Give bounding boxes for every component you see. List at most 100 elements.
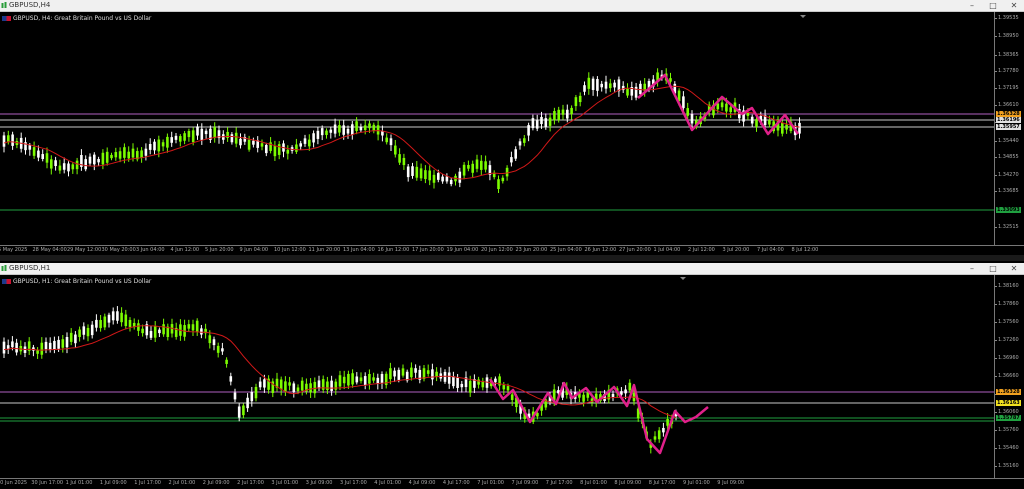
candle [609,83,612,89]
candle [174,135,178,140]
candle [406,166,410,178]
y-tick-label: 1.33685 [998,188,1019,194]
close-icon[interactable]: ✕ [1004,0,1024,11]
y-tick-label: 1.36660 [998,373,1019,379]
x-tick-label: 1 Jul 17:00 [134,480,161,486]
candle [338,375,342,387]
chart-window-h4[interactable]: GBPUSD,H4 – □ ✕ GBPUSD, H4: Great Britai… [0,0,1024,256]
candle [682,96,685,109]
candle [128,319,132,328]
candle [389,138,393,146]
candle [127,151,130,159]
window-titlebar[interactable]: GBPUSD,H1 – □ ✕ [0,263,1024,275]
candle [53,340,56,350]
candle [428,170,431,181]
candle [553,110,556,121]
candle [634,86,638,98]
candle [527,125,530,136]
candle [118,151,122,159]
candle [411,166,414,176]
y-tick-label: 1.38365 [998,52,1019,58]
candle [397,369,401,380]
candle [355,376,359,383]
candle [376,125,380,135]
y-tick [995,18,997,19]
candle [54,160,57,167]
price-axis[interactable]: 1.38160 1.37860 1.37560 1.37260 1.36960 1.366… [994,275,1024,478]
candle [260,143,264,147]
window-titlebar[interactable]: GBPUSD,H4 – □ ✕ [0,0,1024,12]
candle [200,328,203,335]
x-tick-label: 20 Jun 12:00 [481,247,513,253]
maximize-icon[interactable]: □ [983,263,1003,274]
candle [95,319,98,328]
candle [435,371,438,377]
candle [363,376,367,386]
candle [620,391,623,395]
candle [372,124,376,131]
candle [296,387,300,392]
candle [233,392,237,400]
x-tick-label: 9 Jul 01:00 [683,480,710,486]
candle [359,126,363,131]
y-tick-label: 1.37860 [998,301,1019,307]
candle [303,138,307,144]
candle [393,370,396,377]
x-tick-label: 4 Jun 12:00 [170,247,200,253]
candle [402,157,406,166]
close-icon[interactable]: ✕ [1004,263,1024,274]
time-axis[interactable]: 30 Jun 2025 30 Jun 17:00 1 Jul 01:00 1 Jul … [0,478,1024,489]
x-tick-label: 29 May 12:00 [67,247,102,253]
minimize-icon[interactable]: – [962,263,982,274]
candle [141,328,144,334]
candle [380,374,384,384]
price-axis[interactable]: 1.39535 1.38950 1.38365 1.37780 1.37195 1.366… [994,12,1024,245]
candle [570,107,573,115]
candle [149,331,153,338]
candle [292,383,296,393]
price-chart[interactable]: GBPUSD, H4: Great Britain Pound vs US Do… [0,12,994,245]
x-tick-label: 8 Jul 17:00 [648,480,676,486]
x-tick-label: 2 Jul 12:00 [688,247,715,253]
flag-icon [2,279,11,284]
candle [316,130,320,139]
price-label: 1.35957 [996,124,1021,130]
y-tick-label: 1.35760 [998,427,1019,433]
candle [15,342,18,353]
candle [447,372,451,384]
y-tick-label: 1.37260 [998,337,1019,343]
minimize-icon[interactable]: – [962,0,982,11]
candle [28,145,32,150]
candle [225,359,228,364]
candle [720,102,724,108]
candle [781,122,784,134]
candle [2,135,6,147]
candle [355,121,358,131]
x-tick-label: 4 Jul 17:00 [442,480,470,486]
x-tick-label: 9 Jul 09:00 [717,480,745,486]
candle [398,154,401,163]
candle [88,156,92,164]
candle [263,379,266,388]
candle [540,116,543,125]
symbol-info: GBPUSD, H1: Great Britain Pound vs US Do… [2,278,151,285]
x-tick-label: 5 Jun 20:00 [205,247,234,253]
candle [279,379,283,390]
price-chart[interactable]: GBPUSD, H1: Great Britain Pound vs US Do… [0,275,994,478]
maximize-icon[interactable]: □ [983,0,1003,11]
y-tick-label: 1.35440 [998,138,1019,144]
candle [153,326,157,338]
candle [239,138,242,146]
chart-window-h1[interactable]: GBPUSD,H1 – □ ✕ GBPUSD, H1: Great Britai… [0,263,1024,489]
candle [196,126,199,136]
candle [410,367,413,378]
x-tick-label: 4 Jul 09:00 [408,480,436,486]
y-tick [995,412,997,413]
x-tick-label: 8 Jul 12:00 [791,247,819,253]
y-tick [995,340,997,341]
candle [587,77,591,89]
candle [137,323,140,331]
candle [600,83,603,88]
candle [510,157,513,163]
candle [67,163,70,172]
